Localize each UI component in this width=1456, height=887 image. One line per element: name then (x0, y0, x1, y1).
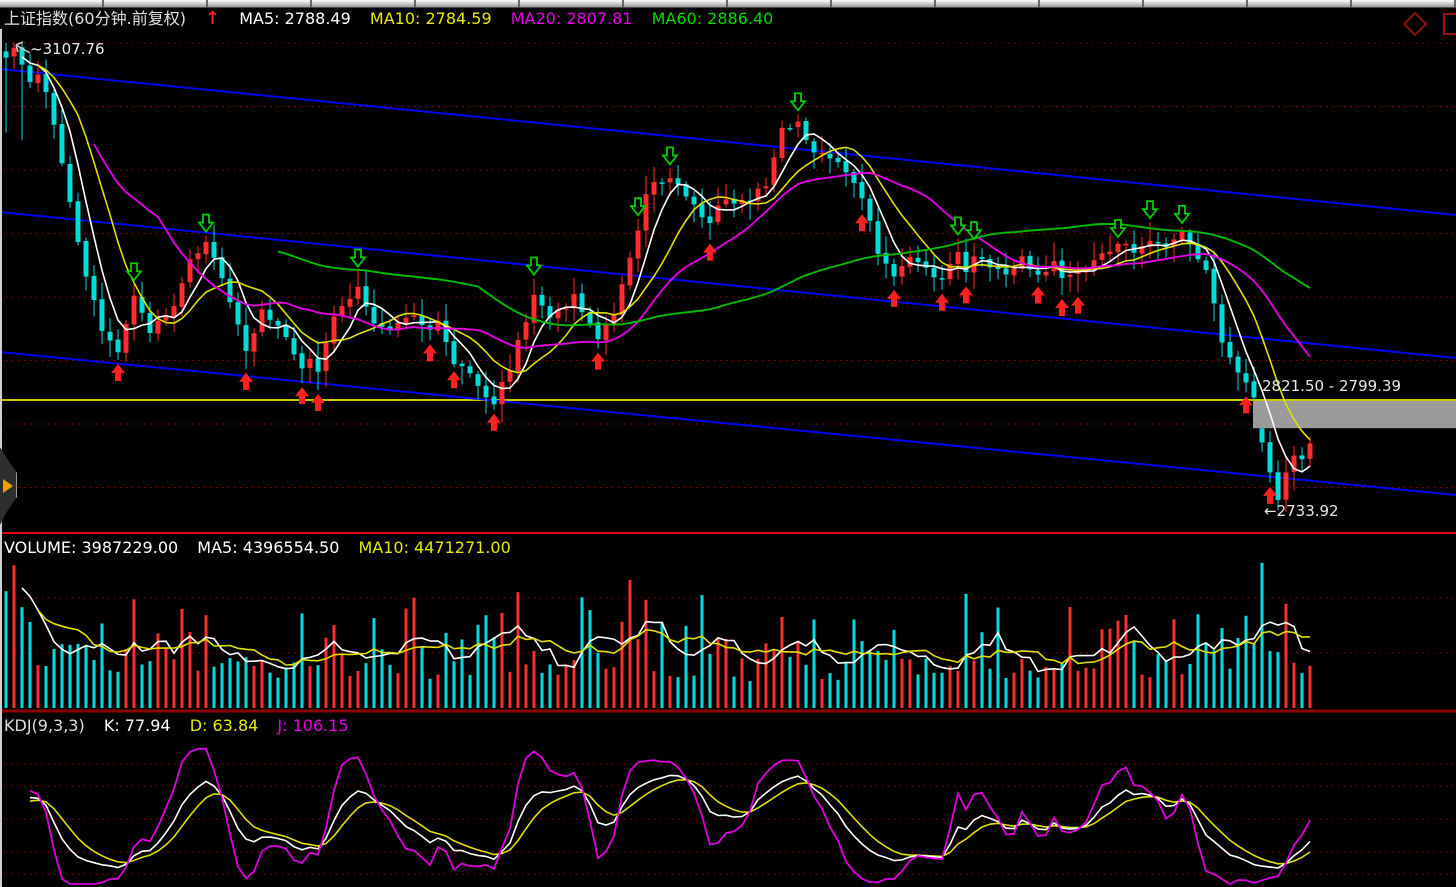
toolbar-corner-icons (1404, 8, 1456, 38)
kdj-lines (30, 749, 1310, 884)
low-price-label: ←2733.92 (1264, 502, 1339, 520)
main-gridlines (0, 43, 1456, 488)
ma60-label: MA60: 2886.40 (652, 9, 774, 28)
kdj-d-label: D: 63.84 (190, 716, 259, 735)
kdj-header: KDJ(9,3,3) K: 77.94 D: 63.84 J: 106.15 (4, 716, 363, 736)
ma10-label: MA10: 2784.59 (370, 9, 492, 28)
kdj-j-label: J: 106.15 (277, 716, 348, 735)
volume-bars (5, 563, 1312, 708)
ma5-label: MA5: 2788.49 (239, 9, 351, 28)
gap-range-label: 2821.50 - 2799.39 (1262, 377, 1401, 395)
volume-value-label: VOLUME: 3987229.00 (4, 538, 178, 557)
high-price-label: ~3107.76 (30, 40, 105, 58)
diamond-icon[interactable] (1404, 13, 1426, 35)
signal-arrows (111, 93, 1277, 504)
ma-lines-layer (22, 57, 1310, 472)
volume-header: VOLUME: 3987229.00 MA5: 4396554.50 MA10:… (4, 538, 525, 558)
main-chart-header: 上证指数(60分钟.前复权) ↑ MA5: 2788.49 MA10: 2784… (4, 9, 787, 29)
clipped-toolbar-icon[interactable] (1444, 14, 1456, 34)
chart-canvas[interactable] (0, 0, 1456, 887)
up-arrow-icon: ↑ (205, 8, 220, 29)
kdj-k-label: K: 77.94 (104, 716, 171, 735)
volume-ma5-label: MA5: 4396554.50 (197, 538, 339, 557)
expand-arrow-icon (3, 479, 13, 493)
trendlines (0, 69, 1456, 495)
instrument-title: 上证指数(60分钟.前复权) (4, 9, 186, 28)
ma20-label: MA20: 2807.81 (511, 9, 633, 28)
trading-app-window: 上证指数(60分钟.前复权) ↑ MA5: 2788.49 MA10: 2784… (0, 0, 1456, 887)
kdj-title-label: KDJ(9,3,3) (4, 716, 85, 735)
volume-ma10-label: MA10: 4471271.00 (358, 538, 510, 557)
